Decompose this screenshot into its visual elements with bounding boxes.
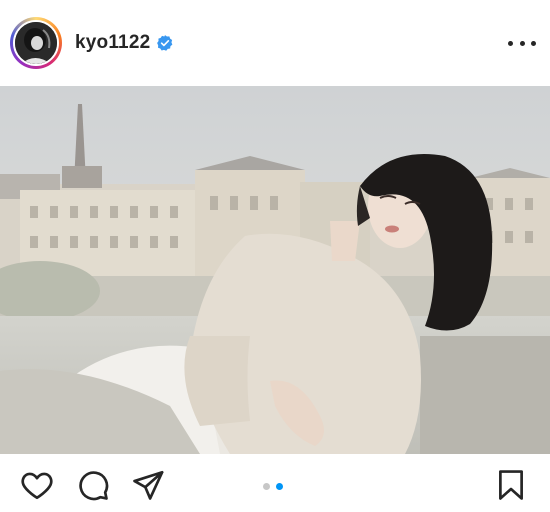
send-icon[interactable]	[131, 468, 165, 502]
comment-icon[interactable]	[76, 468, 110, 502]
more-options-icon[interactable]	[508, 31, 536, 55]
post-photo[interactable]	[0, 86, 550, 454]
post-header: kyo1122	[0, 0, 550, 86]
avatar[interactable]	[13, 20, 59, 66]
carousel-indicator	[263, 483, 283, 490]
username[interactable]: kyo1122	[75, 32, 150, 54]
story-ring[interactable]	[10, 17, 62, 69]
verified-badge-icon	[157, 35, 173, 51]
bookmark-icon[interactable]	[494, 468, 528, 502]
carousel-dot-active	[276, 483, 283, 490]
heart-icon[interactable]	[20, 468, 54, 502]
carousel-dot	[263, 483, 270, 490]
post-actions	[0, 454, 550, 512]
